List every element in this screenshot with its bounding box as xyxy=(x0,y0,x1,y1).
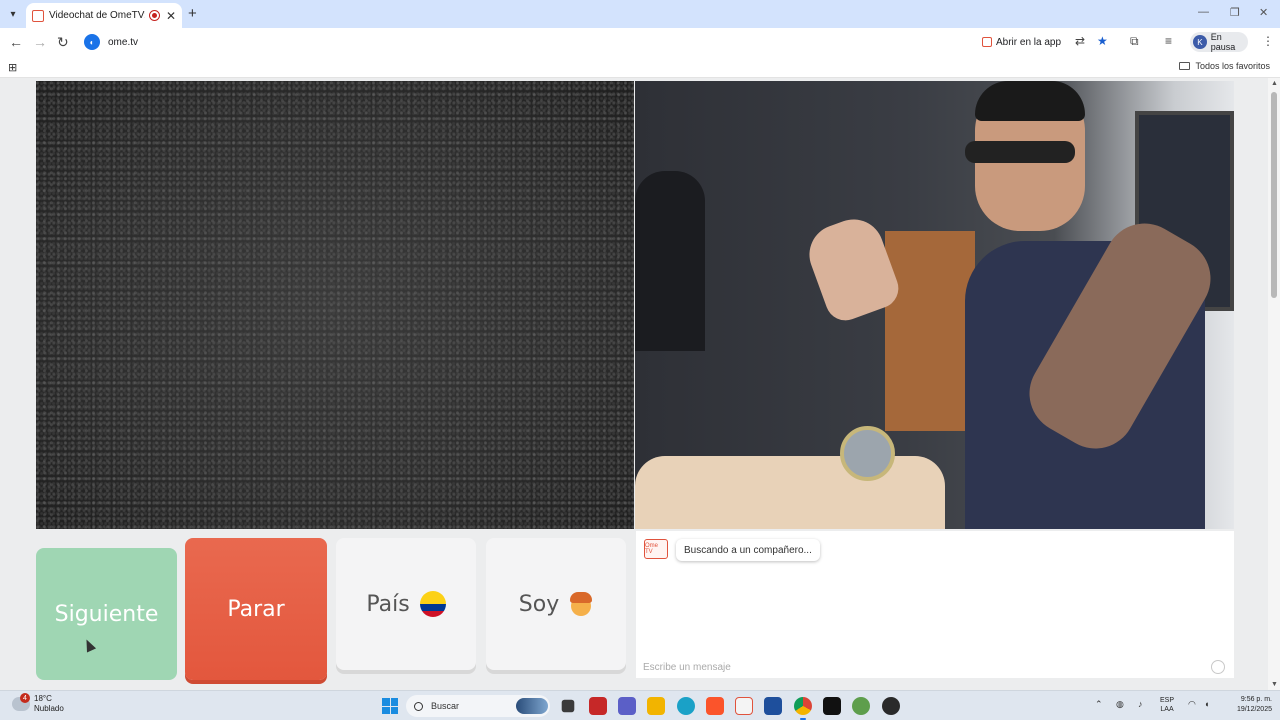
scroll-down-icon[interactable]: ▼ xyxy=(1271,681,1278,688)
microphone-shape xyxy=(635,171,705,351)
folder-icon xyxy=(1179,62,1191,70)
edge-icon[interactable] xyxy=(677,697,695,715)
scroll-up-icon[interactable]: ▲ xyxy=(1271,80,1278,87)
page-scrollbar[interactable]: ▲ ▼ xyxy=(1268,78,1280,690)
task-view-icon[interactable] xyxy=(561,699,575,713)
bookmarks-bar: ⊞ Todos los favoritos xyxy=(0,56,1280,78)
tray-chevron-icon[interactable]: ⌃ xyxy=(1095,699,1103,710)
extensions-icon[interactable]: ⧉ xyxy=(1130,34,1139,49)
language-indicator[interactable]: ESP LAA xyxy=(1160,696,1174,714)
boy-emoji-icon xyxy=(569,591,593,617)
profile-status: En pausa xyxy=(1210,32,1236,52)
open-in-app-button[interactable]: Abrir en la app xyxy=(982,33,1061,51)
person-forearm xyxy=(635,456,945,529)
window-close-icon[interactable]: ✕ xyxy=(1259,6,1268,19)
search-highlight-image xyxy=(516,698,548,714)
weather-temperature: 18°C xyxy=(34,694,52,703)
windows-start-icon[interactable] xyxy=(382,698,398,714)
teams-icon[interactable] xyxy=(618,697,636,715)
self-camera-video xyxy=(635,81,1234,529)
profile-button[interactable]: K En pausa xyxy=(1190,32,1248,52)
person-hair xyxy=(975,81,1085,121)
weather-widget[interactable]: 4 18°C Nublado xyxy=(12,693,64,714)
restore-icon[interactable]: ❐ xyxy=(1230,6,1240,19)
taskbar-search-box[interactable]: Buscar xyxy=(406,695,550,717)
tab-close-button[interactable]: ✕ xyxy=(166,9,176,23)
next-button[interactable]: Siguiente xyxy=(36,548,177,680)
all-favorites-button[interactable]: Todos los favoritos xyxy=(1179,61,1270,71)
ometv-favicon-icon xyxy=(32,9,44,22)
country-button-label: País xyxy=(366,591,410,617)
partner-video-static xyxy=(36,81,634,529)
chat-status-message: Buscando a un compañero... xyxy=(676,539,820,561)
tab-title: Videochat de OmeTV: alternativa a Chatro… xyxy=(49,10,145,21)
system-clock[interactable]: 9:56 p. m. 19/12/2025 xyxy=(1224,695,1272,715)
search-icon xyxy=(414,701,423,711)
wristwatch xyxy=(840,426,895,481)
forward-icon[interactable]: → xyxy=(33,34,47,50)
ometv-logo-icon: Ome TV xyxy=(644,539,668,559)
apps-grid-icon[interactable]: ⊞ xyxy=(8,61,17,74)
chrome-icon[interactable] xyxy=(794,697,812,720)
tab-strip: ▾ Videochat de OmeTV: alternativa a Chat… xyxy=(0,0,1280,28)
next-button-label: Siguiente xyxy=(54,601,159,627)
language-code: ESP xyxy=(1160,697,1175,704)
background-door xyxy=(885,231,975,431)
translate-icon[interactable]: ⇄ xyxy=(1075,34,1085,48)
active-tab[interactable]: Videochat de OmeTV: alternativa a Chatro… xyxy=(26,3,182,28)
stop-button-label: Parar xyxy=(227,596,285,622)
weather-description: Nublado xyxy=(34,704,64,713)
reload-icon[interactable]: ↻ xyxy=(57,34,69,51)
country-filter-button[interactable]: País xyxy=(336,538,476,670)
site-info-icon[interactable]: ◐ xyxy=(84,34,100,50)
tradingview-icon[interactable] xyxy=(823,697,841,715)
minimize-icon[interactable]: — xyxy=(1198,6,1209,18)
menu-kebab-icon[interactable]: ⋮ xyxy=(1262,34,1274,48)
app-red-icon[interactable] xyxy=(589,697,607,715)
chat-message-input[interactable] xyxy=(636,656,1234,678)
notification-badge: 4 xyxy=(20,693,30,703)
address-bar[interactable]: ◐ ome.tv xyxy=(80,30,980,54)
stop-button[interactable]: Parar xyxy=(185,538,327,680)
colombia-flag-icon xyxy=(419,591,446,617)
tab-search-icon[interactable]: ▾ xyxy=(4,5,22,23)
store-icon[interactable] xyxy=(764,697,782,715)
sunglasses xyxy=(965,141,1075,163)
clock-date: 19/12/2025 xyxy=(1236,706,1272,713)
ometv-app-icon[interactable] xyxy=(735,697,753,715)
file-explorer-icon[interactable] xyxy=(647,697,665,715)
brave-icon[interactable] xyxy=(706,697,724,715)
all-favorites-label: Todos los favoritos xyxy=(1195,61,1270,71)
microphone-icon[interactable]: ♪ xyxy=(1138,699,1143,709)
app-icon xyxy=(982,37,992,47)
taskbar-search-label: Buscar xyxy=(431,701,460,711)
new-tab-button[interactable]: + xyxy=(188,5,197,22)
profile-avatar: K xyxy=(1193,35,1207,49)
app-green-icon[interactable] xyxy=(852,697,870,715)
cloud-icon: 4 xyxy=(12,693,30,711)
emoji-icon[interactable] xyxy=(1211,660,1225,674)
keyboard-layout: LAA xyxy=(1160,706,1174,713)
media-control-icon[interactable]: ≡ xyxy=(1165,34,1172,48)
clock-time: 9:56 p. m. xyxy=(1240,696,1272,703)
app-dark-icon[interactable] xyxy=(882,697,900,715)
gender-select-button[interactable]: Soy xyxy=(486,538,626,670)
scroll-thumb[interactable] xyxy=(1271,92,1277,298)
recording-indicator-icon xyxy=(148,10,160,21)
tray-app-icon[interactable]: ◍ xyxy=(1116,699,1124,710)
bookmark-star-icon[interactable]: ★ xyxy=(1097,34,1108,48)
windows-taskbar: 4 18°C Nublado Buscar ⌃ ◍ ♪ ESP LAA ◠ ◖ … xyxy=(0,690,1280,720)
browser-toolbar: ← → ↻ ◐ ome.tv Abrir en la app ⇄ ★ ⧉ ≡ K… xyxy=(0,28,1280,56)
gender-button-label: Soy xyxy=(518,591,560,617)
back-icon[interactable]: ← xyxy=(9,34,23,50)
wifi-icon[interactable]: ◠ xyxy=(1188,699,1196,710)
open-in-app-label: Abrir en la app xyxy=(996,36,1062,48)
url-text: ome.tv xyxy=(108,36,139,48)
volume-icon[interactable]: ◖ xyxy=(1204,699,1209,709)
